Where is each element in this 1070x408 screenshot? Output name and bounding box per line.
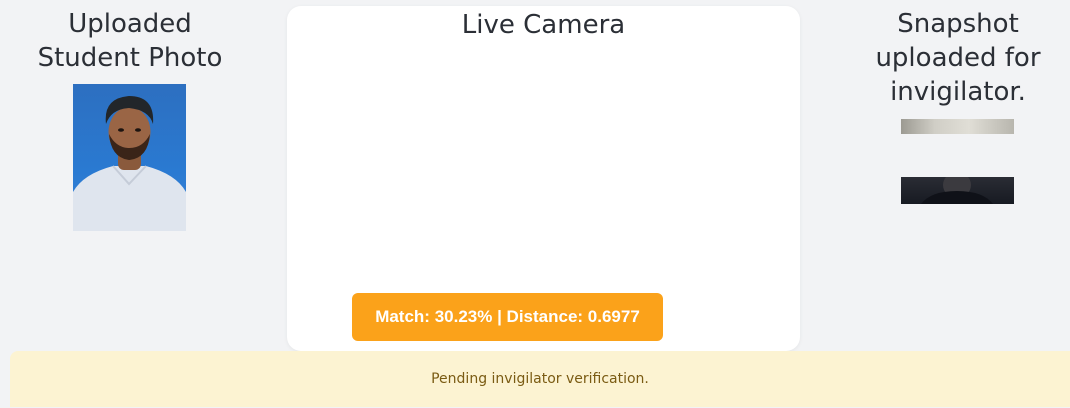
snapshot-person-image bbox=[921, 177, 993, 204]
match-distance-badge: Match: 30.23% | Distance: 0.6977 bbox=[352, 293, 663, 341]
live-camera-title: Live Camera bbox=[461, 10, 626, 40]
snapshot-image-1 bbox=[901, 119, 1014, 134]
snapshot-title: Snapshot uploaded for invigilator. bbox=[875, 9, 1041, 107]
verification-status-banner: Pending invigilator verification. bbox=[10, 351, 1070, 407]
student-photo bbox=[73, 84, 186, 231]
student-photo-title: Uploaded Student Photo bbox=[37, 9, 223, 73]
snapshot-image-2 bbox=[901, 177, 1014, 204]
student-portrait-image bbox=[73, 96, 186, 231]
verification-status-text: Pending invigilator verification. bbox=[431, 371, 649, 387]
live-camera-panel: Live Camera Match: 30.23% | Distance: 0.… bbox=[287, 6, 800, 351]
